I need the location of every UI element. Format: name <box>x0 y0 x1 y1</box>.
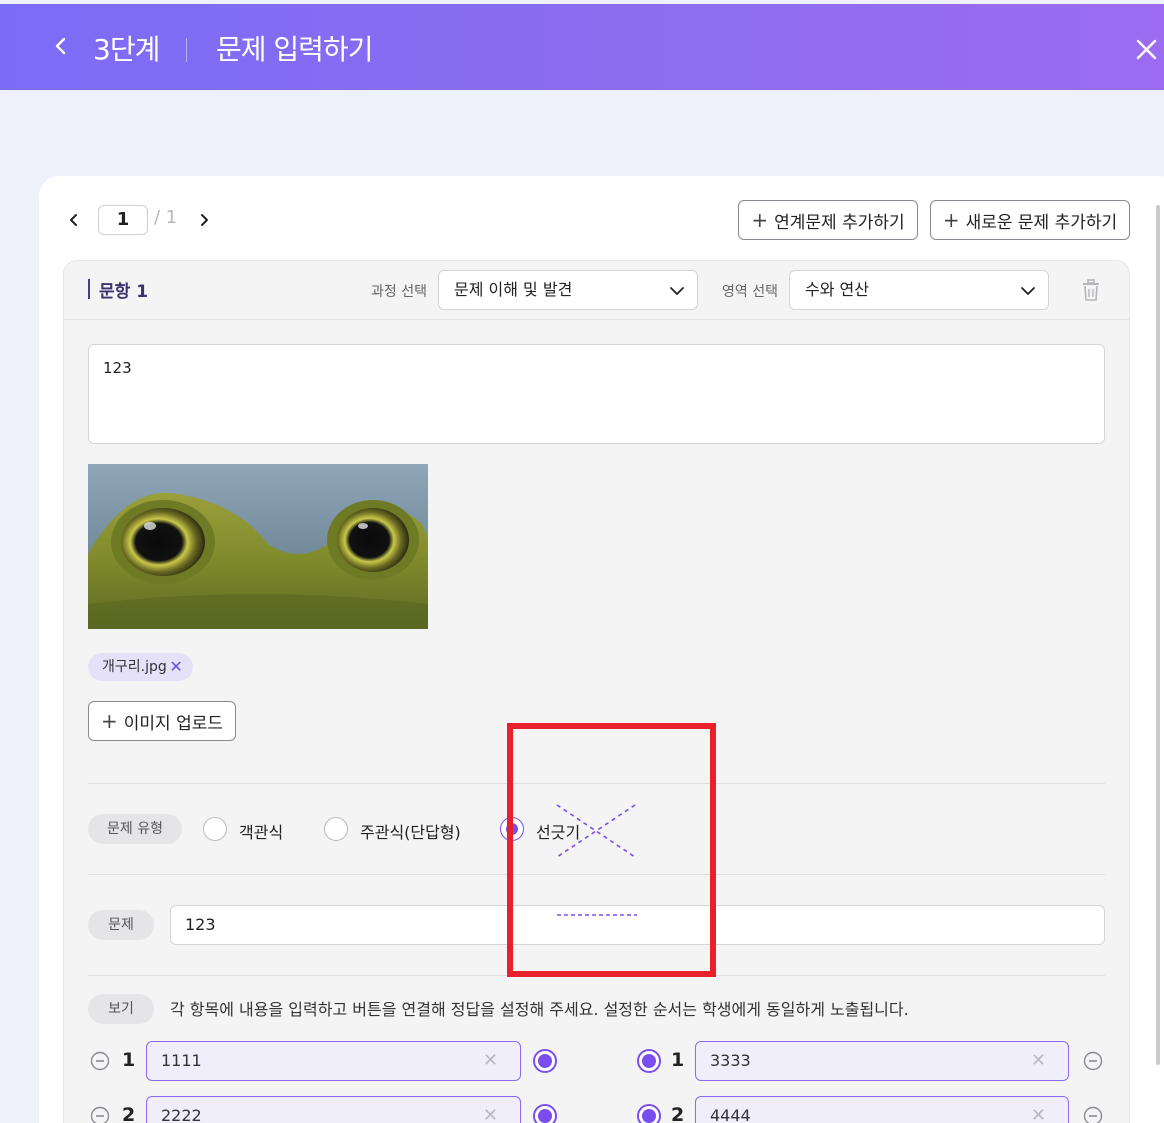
right-connect-button[interactable] <box>637 1104 661 1123</box>
area-select-label: 영역 선택 <box>722 284 778 300</box>
remove-row-icon[interactable] <box>1083 1051 1103 1071</box>
image-upload-label: 이미지 업로드 <box>123 713 223 734</box>
page-title: 문제 입력하기 <box>216 33 373 66</box>
question-label: 문항 1 <box>99 282 149 302</box>
close-icon[interactable] <box>1131 34 1161 64</box>
left-option-value: 2222 <box>161 1106 202 1123</box>
trash-icon[interactable] <box>1080 278 1102 302</box>
question-type-label: 문제 유형 <box>88 814 182 844</box>
back-arrow-icon[interactable] <box>46 31 76 61</box>
add-new-question-button[interactable]: + 새로운 문제 추가하기 <box>930 200 1130 240</box>
panel-header-divider <box>63 319 1130 320</box>
radio-label: 주관식(단답형) <box>360 823 461 842</box>
area-select-value: 수와 연산 <box>805 280 869 299</box>
course-select-label: 과정 선택 <box>371 284 427 300</box>
problem-label: 문제 <box>88 910 154 940</box>
chevron-down-icon <box>670 287 684 295</box>
row-number: 1 <box>122 1049 136 1071</box>
question-body-textarea[interactable]: 123 <box>88 344 1105 444</box>
example-hint: 각 항목에 내용을 입력하고 버튼을 연결해 정답을 설정해 주세요. 설정한 … <box>170 1000 909 1019</box>
left-option-input[interactable]: 2222 ✕ <box>146 1096 521 1123</box>
remove-row-icon[interactable] <box>90 1106 110 1123</box>
plus-icon: + <box>100 709 118 733</box>
page-number-input[interactable]: 1 <box>98 205 148 235</box>
scrollbar[interactable] <box>1156 205 1160 1065</box>
radio-multiple-choice[interactable] <box>203 817 227 841</box>
example-label: 보기 <box>88 994 154 1024</box>
file-chip: 개구리.jpg ✕ <box>88 653 193 681</box>
right-option-input[interactable]: 4444 ✕ <box>695 1096 1069 1123</box>
top-header: 3단계 문제 입력하기 <box>0 4 1164 90</box>
plus-icon: + <box>942 208 960 232</box>
right-option-value: 3333 <box>710 1051 751 1070</box>
right-option-input[interactable]: 3333 ✕ <box>695 1041 1069 1081</box>
right-option-value: 4444 <box>710 1106 751 1123</box>
prev-page-icon[interactable] <box>64 210 84 230</box>
step-label: 3단계 <box>93 33 160 66</box>
plus-icon: + <box>751 208 769 232</box>
left-connect-button[interactable] <box>533 1049 557 1073</box>
next-page-icon[interactable] <box>194 210 214 230</box>
area-select[interactable]: 수와 연산 <box>789 270 1049 310</box>
add-linked-question-label: 연계문제 추가하기 <box>774 212 905 233</box>
file-name: 개구리.jpg <box>102 659 167 675</box>
add-new-question-label: 새로운 문제 추가하기 <box>965 212 1118 233</box>
radio-short-answer[interactable] <box>324 817 348 841</box>
course-select-value: 문제 이해 및 발견 <box>454 280 573 299</box>
remove-file-icon[interactable]: ✕ <box>169 653 182 681</box>
clear-icon[interactable]: ✕ <box>1031 1042 1046 1080</box>
row-number: 2 <box>122 1104 136 1123</box>
image-upload-button[interactable]: + 이미지 업로드 <box>88 701 236 741</box>
clear-icon[interactable]: ✕ <box>483 1097 498 1123</box>
radio-label: 객관식 <box>239 823 284 842</box>
question-label-bar <box>88 279 90 299</box>
course-select[interactable]: 문제 이해 및 발견 <box>438 270 698 310</box>
right-connect-button[interactable] <box>637 1049 661 1073</box>
remove-row-icon[interactable] <box>1083 1106 1103 1123</box>
left-option-value: 1111 <box>161 1051 202 1070</box>
remove-row-icon[interactable] <box>90 1051 110 1071</box>
frog-image <box>88 464 428 629</box>
dashed-cross-annotation <box>556 804 637 916</box>
row-number: 1 <box>671 1049 685 1071</box>
left-option-input[interactable]: 1111 ✕ <box>146 1041 521 1081</box>
clear-icon[interactable]: ✕ <box>483 1042 498 1080</box>
page-total: / 1 <box>154 207 178 228</box>
left-connect-button[interactable] <box>533 1104 557 1123</box>
add-linked-question-button[interactable]: + 연계문제 추가하기 <box>738 200 918 240</box>
chevron-down-icon <box>1021 287 1035 295</box>
row-number: 2 <box>671 1104 685 1123</box>
header-divider <box>186 38 187 62</box>
clear-icon[interactable]: ✕ <box>1031 1097 1046 1123</box>
